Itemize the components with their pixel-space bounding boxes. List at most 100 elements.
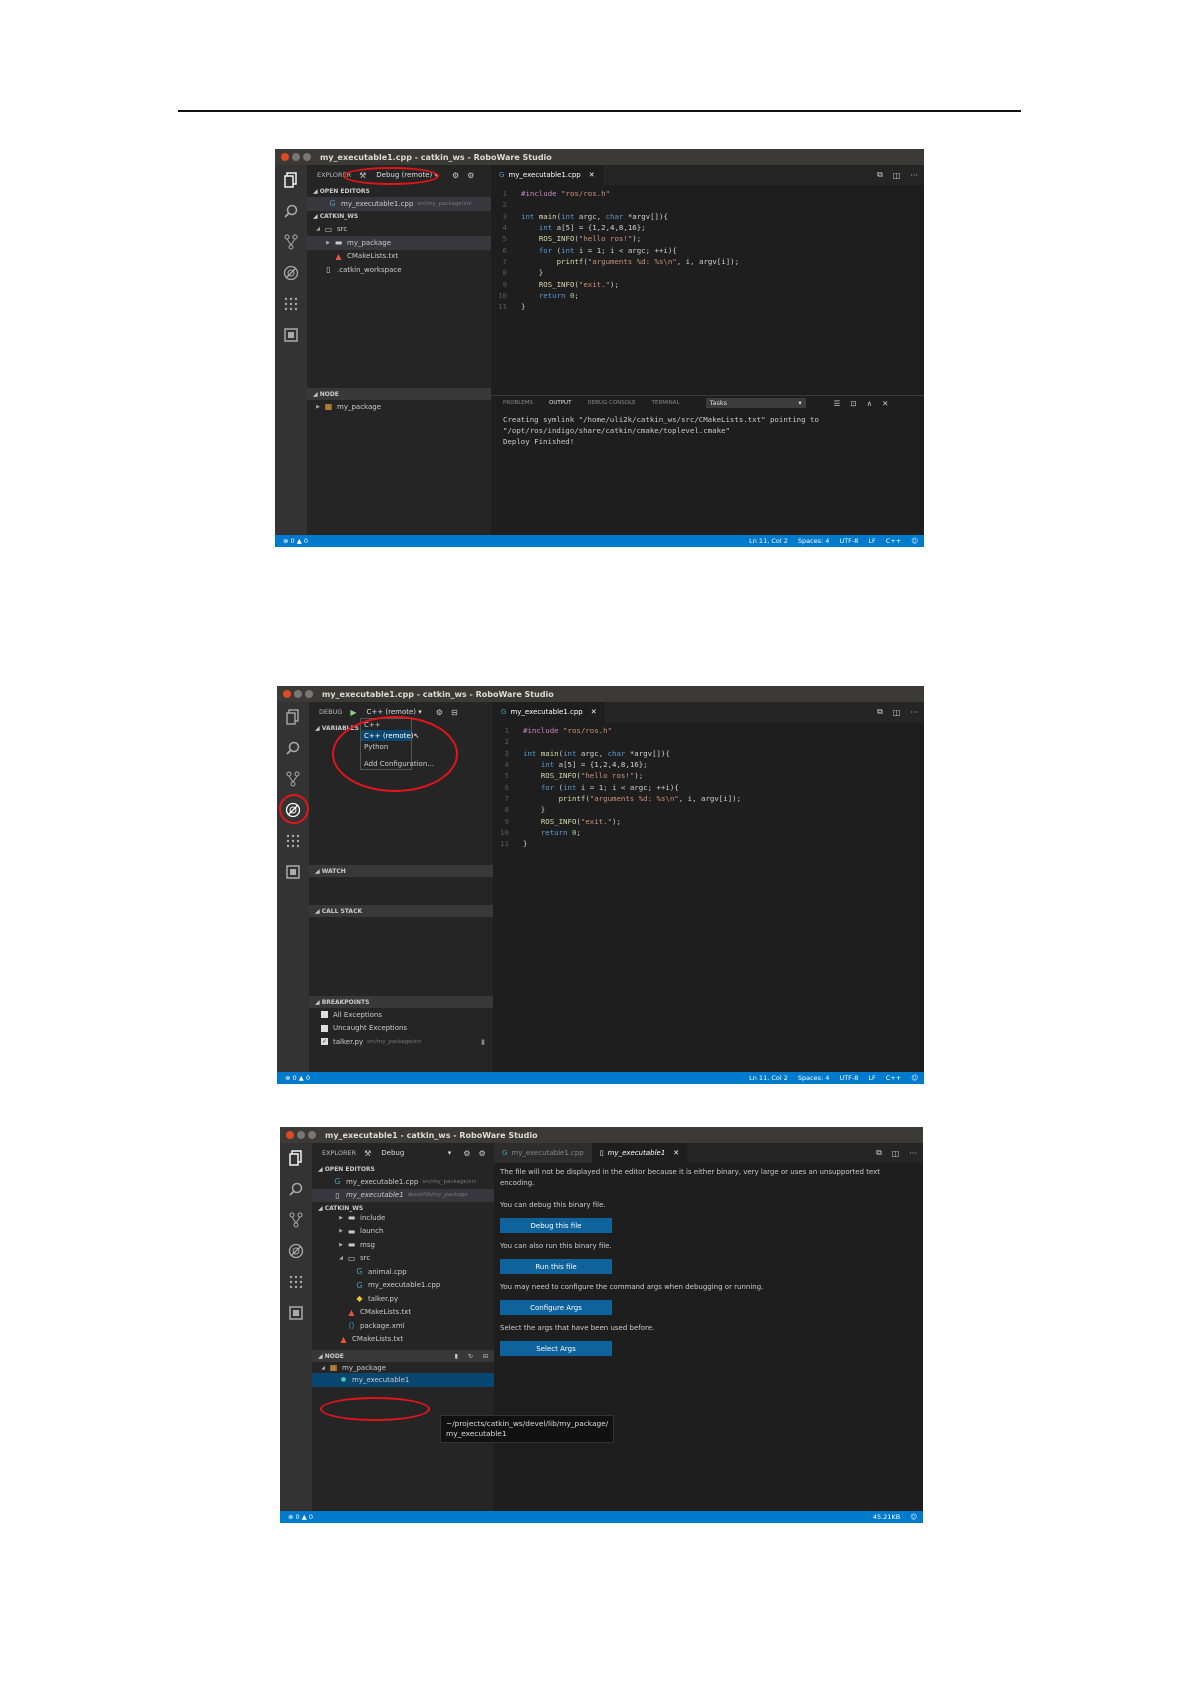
node-section[interactable]: ◢ NODE ▮ ↻ ⊟ <box>312 1350 494 1362</box>
tree-item-msg[interactable]: ▶ ▬ msg <box>312 1238 494 1252</box>
clear-output-icon[interactable]: ☰ <box>834 399 841 408</box>
tab-problems[interactable]: PROBLEMS <box>503 400 533 406</box>
source-control-icon[interactable] <box>282 233 300 251</box>
ros-package-icon[interactable] <box>284 863 302 881</box>
close-window-button[interactable] <box>283 690 291 698</box>
code-line[interactable]: 7 printf("arguments %d: %s\n", i, argv[i… <box>493 793 924 804</box>
node-item-my-executable1[interactable]: ● my_executable1 <box>312 1373 494 1387</box>
tree-item-my-package[interactable]: ▶ ▬ my_package <box>307 236 491 250</box>
code-line[interactable]: 9 ROS_INFO("exit."); <box>493 815 924 826</box>
tree-item-cmakelists[interactable]: ▲ CMakeLists.txt <box>307 250 491 264</box>
explorer-icon[interactable] <box>284 708 302 726</box>
code-line[interactable]: 11} <box>491 301 924 312</box>
code-line[interactable]: 2 <box>491 199 924 210</box>
tree-item-src[interactable]: ◢ ▭ src <box>307 223 491 237</box>
tree-item-launch[interactable]: ▶ ▬ launch <box>312 1225 494 1239</box>
split-editor-icon[interactable]: ◫ <box>893 171 901 180</box>
feedback-smiley-icon[interactable]: ☺ <box>910 1513 917 1521</box>
code-line[interactable]: 10 return 0; <box>493 827 924 838</box>
close-panel-icon[interactable]: ✕ <box>882 399 888 408</box>
code-line[interactable]: 11} <box>493 838 924 849</box>
config-dropdown[interactable]: C++ (remote) ▾ <box>363 707 426 717</box>
ros-package-icon[interactable] <box>287 1304 305 1322</box>
gear-icon[interactable]: ⚙ <box>478 1149 485 1158</box>
minimize-window-button[interactable] <box>292 153 300 161</box>
tree-item-talker-py[interactable]: ◆ talker.py <box>312 1292 494 1306</box>
line-ending[interactable]: LF <box>868 1074 875 1082</box>
code-line[interactable]: 7 printf("arguments %d: %s\n", i, argv[i… <box>491 256 924 267</box>
split-editor-icon[interactable]: ◫ <box>892 1149 900 1158</box>
tree-item-src[interactable]: ◢ ▭ src <box>312 1252 494 1266</box>
menu-item-cpp[interactable]: C++ <box>361 719 411 730</box>
run-this-file-button[interactable]: Run this file <box>500 1259 612 1274</box>
extensions-grid-icon[interactable] <box>287 1273 305 1291</box>
checkbox[interactable] <box>321 1011 328 1019</box>
maximize-panel-icon[interactable]: ∧ <box>867 399 873 408</box>
tree-item-catkin-workspace[interactable]: ▯ .catkin_workspace <box>307 263 491 277</box>
code-line[interactable]: 8 } <box>493 804 924 815</box>
tree-item-package-xml[interactable]: ⟨⟩ package.xml <box>312 1319 494 1333</box>
code-line[interactable]: 6 for (int i = 1; i < argc; ++i){ <box>493 781 924 792</box>
debug-console-icon[interactable]: ⊟ <box>451 708 458 717</box>
open-editors-section[interactable]: ◢ OPEN EDITORS <box>307 185 491 197</box>
cursor-position[interactable]: Ln 11, Col 2 <box>749 537 788 545</box>
error-count[interactable]: 0 <box>296 1513 300 1521</box>
indentation[interactable]: Spaces: 4 <box>798 1074 830 1082</box>
open-preview-icon[interactable]: ⧉ <box>877 170 883 180</box>
open-editor-item[interactable]: Gmy_executable1.cpp src/my_package/src <box>307 197 491 211</box>
maximize-window-button[interactable] <box>305 690 313 698</box>
cursor-position[interactable]: Ln 11, Col 2 <box>749 1074 788 1082</box>
tab-debug-console[interactable]: DEBUG CONSOLE <box>587 400 635 406</box>
close-tab-icon[interactable]: ✕ <box>589 171 595 179</box>
more-actions-icon[interactable]: ··· <box>910 708 918 717</box>
encoding[interactable]: UTF-8 <box>839 537 858 545</box>
code-line[interactable]: 4 int a[5] = {1,2,4,8,16}; <box>491 222 924 233</box>
warning-count[interactable]: 0 <box>306 1074 310 1082</box>
configure-args-button[interactable]: Configure Args <box>500 1300 612 1315</box>
tab-output[interactable]: OUTPUT <box>549 400 571 406</box>
tab-my-executable1-cpp[interactable]: Gmy_executable1.cpp ✕ <box>491 165 603 185</box>
gear-icon[interactable]: ⚙ <box>467 171 474 180</box>
close-tab-icon[interactable]: ✕ <box>673 1149 679 1157</box>
code-line[interactable]: 4 int a[5] = {1,2,4,8,16}; <box>493 759 924 770</box>
open-preview-icon[interactable]: ⧉ <box>877 707 883 717</box>
more-actions-icon[interactable]: ··· <box>909 1149 917 1158</box>
open-preview-icon[interactable]: ⧉ <box>876 1148 882 1158</box>
code-line[interactable]: 3 int main(int argc, char *argv[]){ <box>491 211 924 222</box>
select-args-button[interactable]: Select Args <box>500 1341 612 1356</box>
checkbox[interactable] <box>321 1024 328 1032</box>
language-mode[interactable]: C++ <box>886 537 901 545</box>
code-line[interactable]: 1 #include "ros/ros.h" <box>491 188 924 199</box>
tab-my-executable1-cpp[interactable]: Gmy_executable1.cpp ✕ <box>493 702 605 722</box>
indentation[interactable]: Spaces: 4 <box>798 537 830 545</box>
search-icon[interactable] <box>284 739 302 757</box>
hammer-icon[interactable]: ⚒ <box>359 171 366 180</box>
code-line[interactable]: 1 #include "ros/ros.h" <box>493 725 924 736</box>
menu-item-python[interactable]: Python <box>361 741 411 752</box>
code-line[interactable]: 3 int main(int argc, char *argv[]){ <box>493 748 924 759</box>
tree-item-cmakelists[interactable]: ▲ CMakeLists.txt <box>312 1306 494 1320</box>
breakpoint-talker-py[interactable]: ✓ talker.py src/my_package/src ▮ <box>309 1035 493 1049</box>
minimize-window-button[interactable] <box>294 690 302 698</box>
tab-my-executable1[interactable]: ▯ my_executable1 ✕ <box>591 1143 688 1163</box>
code-line[interactable]: 2 <box>493 736 924 747</box>
workspace-section[interactable]: ◢ CATKIN_WS <box>312 1202 494 1214</box>
breakpoint-all-exceptions[interactable]: All Exceptions <box>309 1008 493 1022</box>
warning-count[interactable]: 0 <box>304 537 308 545</box>
watch-section[interactable]: ◢ WATCH <box>309 865 493 877</box>
open-editor-item[interactable]: ▯ my_executable1 devel/lib/my_package <box>312 1188 494 1202</box>
build-icon[interactable]: ⚙ <box>452 171 459 180</box>
trash-icon[interactable]: ▮ <box>481 1038 485 1046</box>
ros-package-icon[interactable] <box>282 326 300 344</box>
menu-item-add-configuration[interactable]: Add Configuration... <box>361 758 434 769</box>
feedback-smiley-icon[interactable]: ☺ <box>911 537 918 545</box>
search-icon[interactable] <box>282 202 300 220</box>
code-line[interactable]: 10 return 0; <box>491 290 924 301</box>
code-line[interactable]: 5 ROS_INFO("hello ros!"); <box>493 770 924 781</box>
language-mode[interactable]: C++ <box>886 1074 901 1082</box>
debug-icon[interactable] <box>282 264 300 282</box>
error-count[interactable]: 0 <box>291 537 295 545</box>
call-stack-section[interactable]: ◢ CALL STACK <box>309 905 493 917</box>
node-item-my-package[interactable]: ▶ ▦ my_package <box>307 400 491 414</box>
breakpoint-uncaught-exceptions[interactable]: Uncaught Exceptions <box>309 1022 493 1036</box>
